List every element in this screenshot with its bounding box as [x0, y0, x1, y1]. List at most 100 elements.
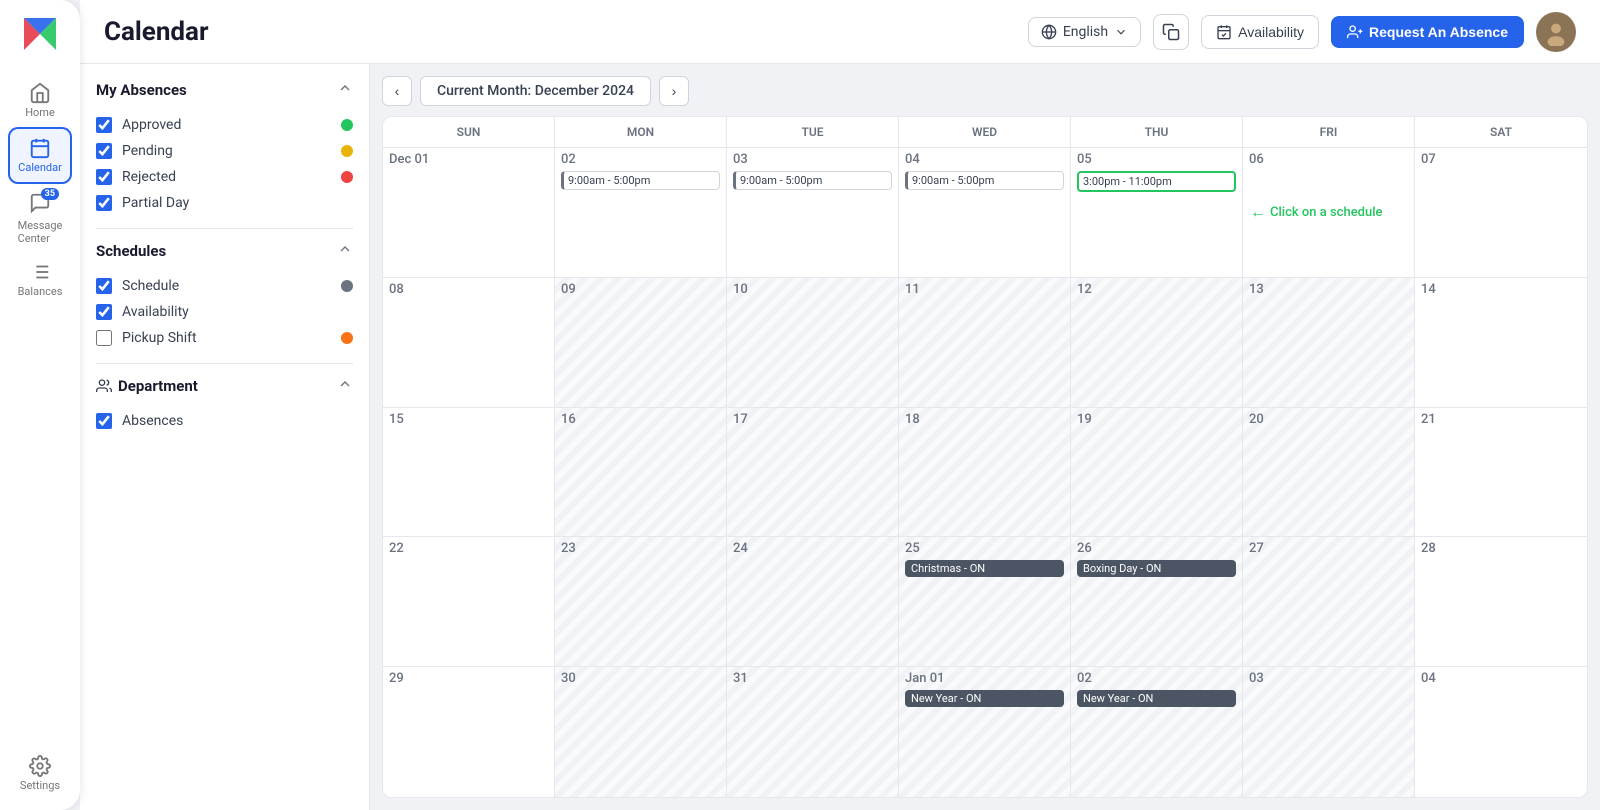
sidebar-item-home[interactable]: Home — [0, 74, 80, 127]
holiday-badge-newyear-jan02: New Year - ON — [1077, 690, 1236, 707]
my-absences-title: My Absences — [96, 81, 187, 99]
divider-2 — [96, 363, 353, 364]
sidebar-item-messages[interactable]: 35 MessageCenter — [0, 184, 80, 253]
filter-partial-day-checkbox[interactable] — [96, 195, 112, 211]
day-number: 12 — [1077, 282, 1236, 297]
filter-pending-checkbox[interactable] — [96, 143, 112, 159]
approved-dot — [341, 119, 353, 131]
day-number: 10 — [733, 282, 892, 297]
cal-cell-dec20: 20 — [1243, 408, 1415, 537]
content-area: My Absences Approved Pending Reject — [80, 64, 1600, 810]
filter-rejected-checkbox[interactable] — [96, 169, 112, 185]
cal-cell-jan03: 03 — [1243, 667, 1415, 797]
day-header-tue: TUE — [727, 117, 899, 147]
day-number: 04 — [1421, 671, 1581, 686]
sidebar-item-balances[interactable]: Balances — [0, 253, 80, 306]
sidebar-item-calendar[interactable]: Calendar — [8, 127, 72, 184]
cal-cell-dec28: 28 — [1415, 537, 1587, 666]
cal-cell-dec30: 30 — [555, 667, 727, 797]
chevron-down-icon — [1114, 25, 1128, 39]
day-number: 15 — [389, 412, 548, 427]
app-logo — [16, 10, 64, 58]
cal-cell-dec04: 04 9:00am - 5:00pm — [899, 148, 1071, 277]
cal-cell-dec07: 07 — [1415, 148, 1587, 277]
cal-cell-dec16: 16 — [555, 408, 727, 537]
filter-approved-label: Approved — [122, 117, 181, 133]
cal-cell-dec26: 26 Boxing Day - ON — [1071, 537, 1243, 666]
cal-cell-dec05: 05 3:00pm - 11:00pm Click on a schedule — [1071, 148, 1243, 277]
cal-cell-dec31: 31 — [727, 667, 899, 797]
day-number: 27 — [1249, 541, 1408, 556]
day-number: Dec 01 — [389, 152, 548, 167]
copy-button[interactable] — [1153, 14, 1189, 50]
availability-button[interactable]: Availability — [1201, 15, 1319, 49]
filter-approved-checkbox[interactable] — [96, 117, 112, 133]
cal-week-1: Dec 01 02 9:00am - 5:00pm 03 9:00am - 5:… — [383, 148, 1587, 278]
day-header-mon: MON — [555, 117, 727, 147]
schedules-section-header: Schedules — [96, 241, 353, 261]
day-number: 16 — [561, 412, 720, 427]
day-header-fri: FRI — [1243, 117, 1415, 147]
cal-cell-dec15: 15 — [383, 408, 555, 537]
filter-pickup-shift-checkbox[interactable] — [96, 330, 112, 346]
prev-month-button[interactable]: ‹ — [382, 76, 412, 106]
cal-cell-dec08: 08 — [383, 278, 555, 407]
cal-cell-dec23: 23 — [555, 537, 727, 666]
page-title: Calendar — [104, 17, 209, 47]
request-absence-button[interactable]: Request An Absence — [1331, 16, 1524, 48]
sidebar-item-balances-label: Balances — [18, 285, 63, 298]
copy-icon — [1162, 23, 1180, 41]
day-number: 03 — [733, 152, 892, 167]
department-toggle[interactable] — [337, 376, 353, 396]
divider-1 — [96, 228, 353, 229]
day-number: 11 — [905, 282, 1064, 297]
filter-rejected-label: Rejected — [122, 169, 176, 185]
schedules-toggle[interactable] — [337, 241, 353, 261]
cal-cell-dec27: 27 — [1243, 537, 1415, 666]
filter-partial-day: Partial Day — [96, 190, 353, 216]
shift-time: 9:00am - 5:00pm — [740, 174, 822, 187]
department-section-header: Department — [96, 376, 353, 396]
day-number: 08 — [389, 282, 548, 297]
day-number: 05 — [1077, 152, 1236, 167]
filter-schedule-checkbox[interactable] — [96, 278, 112, 294]
sidebar: Home Calendar 35 MessageCenter Balance — [0, 0, 80, 810]
next-month-button[interactable]: › — [659, 76, 689, 106]
day-header-sat: SAT — [1415, 117, 1587, 147]
shift-event-highlighted[interactable]: 3:00pm - 11:00pm — [1077, 171, 1236, 192]
cal-cell-dec18: 18 — [899, 408, 1071, 537]
schedule-dot — [341, 280, 353, 292]
holiday-badge-christmas: Christmas - ON — [905, 560, 1064, 577]
language-selector[interactable]: English — [1028, 17, 1141, 47]
filter-availability-checkbox[interactable] — [96, 304, 112, 320]
cal-cell-dec01: Dec 01 — [383, 148, 555, 277]
day-header-sun: SUN — [383, 117, 555, 147]
shift-event[interactable]: 9:00am - 5:00pm — [561, 171, 720, 190]
day-number: Jan 01 — [905, 671, 1064, 686]
day-number: 28 — [1421, 541, 1581, 556]
cal-cell-dec12: 12 — [1071, 278, 1243, 407]
department-title: Department — [118, 377, 198, 395]
cal-cell-dec21: 21 — [1415, 408, 1587, 537]
filter-panel: My Absences Approved Pending Reject — [80, 64, 370, 810]
user-avatar[interactable] — [1536, 12, 1576, 52]
rejected-dot — [341, 171, 353, 183]
filter-partial-day-label: Partial Day — [122, 195, 189, 211]
day-number: 04 — [905, 152, 1064, 167]
sidebar-item-settings-label: Settings — [20, 779, 60, 792]
day-number: 18 — [905, 412, 1064, 427]
shift-event[interactable]: 9:00am - 5:00pm — [733, 171, 892, 190]
cal-week-3: 15 16 17 18 19 — [383, 408, 1587, 538]
cal-cell-dec22: 22 — [383, 537, 555, 666]
filter-dept-absences-checkbox[interactable] — [96, 413, 112, 429]
my-absences-toggle[interactable] — [337, 80, 353, 100]
sidebar-item-settings[interactable]: Settings — [0, 747, 80, 800]
sidebar-item-home-label: Home — [25, 106, 55, 119]
day-number: 02 — [1077, 671, 1236, 686]
shift-event[interactable]: 9:00am - 5:00pm — [905, 171, 1064, 190]
calendar-area: ‹ Current Month: December 2024 › SUN MON… — [370, 64, 1600, 810]
cal-cell-jan02: 02 New Year - ON — [1071, 667, 1243, 797]
day-header-wed: WED — [899, 117, 1071, 147]
filter-rejected: Rejected — [96, 164, 353, 190]
shift-time: 9:00am - 5:00pm — [568, 174, 650, 187]
